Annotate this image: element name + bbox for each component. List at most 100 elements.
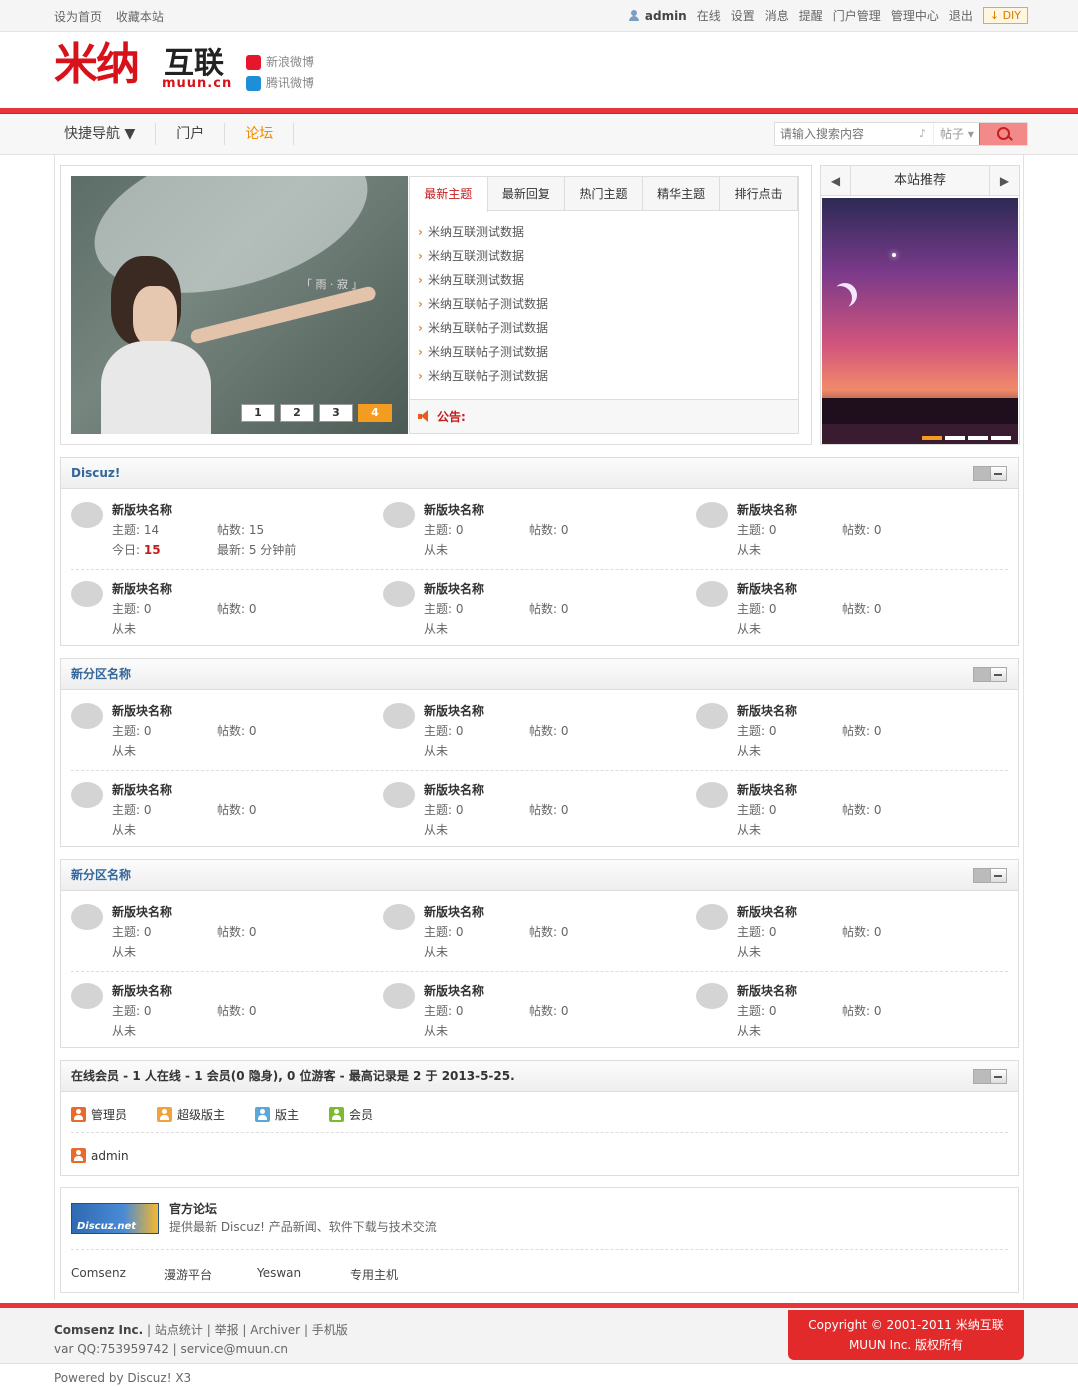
search-button[interactable]: [979, 123, 1027, 145]
forum-name[interactable]: 新版块名称: [112, 781, 172, 798]
slide-page-3[interactable]: 3: [319, 404, 353, 422]
category-title[interactable]: Discuz!: [71, 466, 120, 480]
forum-item[interactable]: 新版块名称 主题: 0 帖数: 0 从未: [383, 894, 693, 972]
forum-name[interactable]: 新版块名称: [737, 903, 797, 920]
footer-stats-link[interactable]: 站点统计: [155, 1323, 203, 1337]
forum-item[interactable]: 新版块名称 主题: 0 帖数: 0 从未: [71, 894, 381, 972]
forum-name[interactable]: 新版块名称: [424, 982, 484, 999]
link-manyou[interactable]: 漫游平台: [164, 1266, 257, 1283]
portal-admin-link[interactable]: 门户管理: [833, 7, 881, 24]
link-comsenz[interactable]: Comsenz: [71, 1266, 164, 1283]
user-link[interactable]: admin: [628, 9, 687, 23]
slideshow[interactable]: 「 雨 · 寂 」 1 2 3 4: [71, 176, 408, 434]
discuz-logo[interactable]: Discuz.net: [71, 1203, 159, 1234]
tab-latest-replies[interactable]: 最新回复: [488, 177, 566, 210]
recommend-dot[interactable]: [968, 436, 988, 440]
forum-name[interactable]: 新版块名称: [737, 702, 797, 719]
category-header[interactable]: 新分区名称: [61, 659, 1018, 690]
slide-page-1[interactable]: 1: [241, 404, 275, 422]
forum-item[interactable]: 新版块名称 主题: 0 帖数: 0 从未: [71, 693, 381, 771]
microphone-icon[interactable]: ♪: [919, 123, 933, 145]
recommend-image[interactable]: [822, 198, 1018, 444]
notifications-link[interactable]: 提醒: [799, 7, 823, 24]
category-title[interactable]: 新分区名称: [71, 868, 131, 882]
forum-name[interactable]: 新版块名称: [424, 903, 484, 920]
category-header[interactable]: 新分区名称: [61, 860, 1018, 891]
online-user[interactable]: admin: [71, 1148, 129, 1163]
forum-item[interactable]: 新版块名称 主题: 0 帖数: 0 从未: [696, 772, 1006, 850]
collapse-icon[interactable]: [973, 466, 1007, 481]
nav-quick-nav[interactable]: 快捷导航 ▼: [54, 123, 157, 145]
slide-page-2[interactable]: 2: [280, 404, 314, 422]
forum-name[interactable]: 新版块名称: [737, 501, 797, 518]
thread-link[interactable]: 米纳互联测试数据: [418, 244, 798, 268]
category-header[interactable]: Discuz!: [61, 458, 1018, 489]
forum-name[interactable]: 新版块名称: [112, 702, 172, 719]
online-link[interactable]: 在线: [697, 7, 721, 24]
forum-name[interactable]: 新版块名称: [112, 580, 172, 597]
thread-link[interactable]: 米纳互联帖子测试数据: [418, 340, 798, 364]
tab-hot-threads[interactable]: 热门主题: [565, 177, 643, 210]
forum-name[interactable]: 新版块名称: [112, 982, 172, 999]
forum-item[interactable]: 新版块名称 主题: 0 帖数: 0 从未: [696, 894, 1006, 972]
forum-item[interactable]: 新版块名称 主题: 0 帖数: 0 从未: [696, 571, 1006, 649]
thread-link[interactable]: 米纳互联帖子测试数据: [418, 292, 798, 316]
slide-page-4[interactable]: 4: [358, 404, 392, 422]
forum-item[interactable]: 新版块名称 主题: 14 帖数: 15 今日: 15 最新: 5 分钟前: [71, 492, 381, 570]
search-type-select[interactable]: 帖子 ▾: [933, 123, 979, 145]
next-arrow-icon[interactable]: ▶: [989, 166, 1019, 196]
recommend-dot[interactable]: [922, 436, 942, 440]
sina-weibo-link[interactable]: 新浪微博: [246, 52, 314, 73]
tab-latest-threads[interactable]: 最新主题: [410, 177, 488, 212]
forum-name[interactable]: 新版块名称: [112, 501, 172, 518]
forum-item[interactable]: 新版块名称 主题: 0 帖数: 0 从未: [383, 772, 693, 850]
site-logo[interactable]: 米纳 互联 muun.cn: [54, 40, 234, 96]
powered-by[interactable]: Powered by Discuz! X3: [54, 1371, 191, 1385]
forum-name[interactable]: 新版块名称: [112, 903, 172, 920]
forum-name[interactable]: 新版块名称: [424, 580, 484, 597]
forum-name[interactable]: 新版块名称: [737, 982, 797, 999]
official-forum-title[interactable]: 官方论坛: [169, 1200, 217, 1217]
tab-digest-threads[interactable]: 精华主题: [643, 177, 721, 210]
footer-mobile-link[interactable]: 手机版: [312, 1323, 348, 1337]
qq-weibo-link[interactable]: 腾讯微博: [246, 73, 314, 94]
forum-item[interactable]: 新版块名称 主题: 0 帖数: 0 从未: [71, 973, 381, 1051]
settings-link[interactable]: 设置: [731, 7, 755, 24]
forum-name[interactable]: 新版块名称: [737, 781, 797, 798]
category-title[interactable]: 新分区名称: [71, 667, 131, 681]
forum-name[interactable]: 新版块名称: [424, 702, 484, 719]
diy-button[interactable]: ↓ DIY: [982, 7, 1028, 24]
tab-top-clicks[interactable]: 排行点击: [720, 177, 798, 210]
nav-forum[interactable]: 论坛: [235, 123, 295, 145]
messages-link[interactable]: 消息: [765, 7, 789, 24]
recommend-dot[interactable]: [991, 436, 1011, 440]
thread-link[interactable]: 米纳互联帖子测试数据: [418, 364, 798, 388]
link-host[interactable]: 专用主机: [350, 1266, 443, 1283]
forum-item[interactable]: 新版块名称 主题: 0 帖数: 0 从未: [696, 492, 1006, 570]
forum-item[interactable]: 新版块名称 主题: 0 帖数: 0 从未: [383, 693, 693, 771]
recommend-dot[interactable]: [945, 436, 965, 440]
forum-item[interactable]: 新版块名称 主题: 0 帖数: 0 从未: [71, 571, 381, 649]
thread-link[interactable]: 米纳互联测试数据: [418, 268, 798, 292]
collapse-icon[interactable]: [973, 667, 1007, 682]
nav-portal[interactable]: 门户: [166, 123, 226, 145]
bookmark-link[interactable]: 收藏本站: [116, 10, 164, 24]
forum-name[interactable]: 新版块名称: [424, 781, 484, 798]
thread-link[interactable]: 米纳互联帖子测试数据: [418, 316, 798, 340]
forum-item[interactable]: 新版块名称 主题: 0 帖数: 0 从未: [383, 973, 693, 1051]
online-username[interactable]: admin: [91, 1149, 129, 1163]
footer-archiver-link[interactable]: Archiver: [250, 1323, 300, 1337]
collapse-icon[interactable]: [973, 1069, 1007, 1084]
link-yeswan[interactable]: Yeswan: [257, 1266, 350, 1283]
forum-item[interactable]: 新版块名称 主题: 0 帖数: 0 从未: [383, 492, 693, 570]
prev-arrow-icon[interactable]: ◀: [821, 166, 851, 196]
footer-report-link[interactable]: 举报: [215, 1323, 239, 1337]
forum-item[interactable]: 新版块名称 主题: 0 帖数: 0 从未: [383, 571, 693, 649]
logout-link[interactable]: 退出: [949, 7, 973, 24]
forum-name[interactable]: 新版块名称: [737, 580, 797, 597]
collapse-icon[interactable]: [973, 868, 1007, 883]
admin-center-link[interactable]: 管理中心: [891, 7, 939, 24]
forum-last-post[interactable]: 最新: 5 分钟前: [217, 541, 296, 558]
set-home-link[interactable]: 设为首页: [54, 10, 102, 24]
thread-link[interactable]: 米纳互联测试数据: [418, 220, 798, 244]
